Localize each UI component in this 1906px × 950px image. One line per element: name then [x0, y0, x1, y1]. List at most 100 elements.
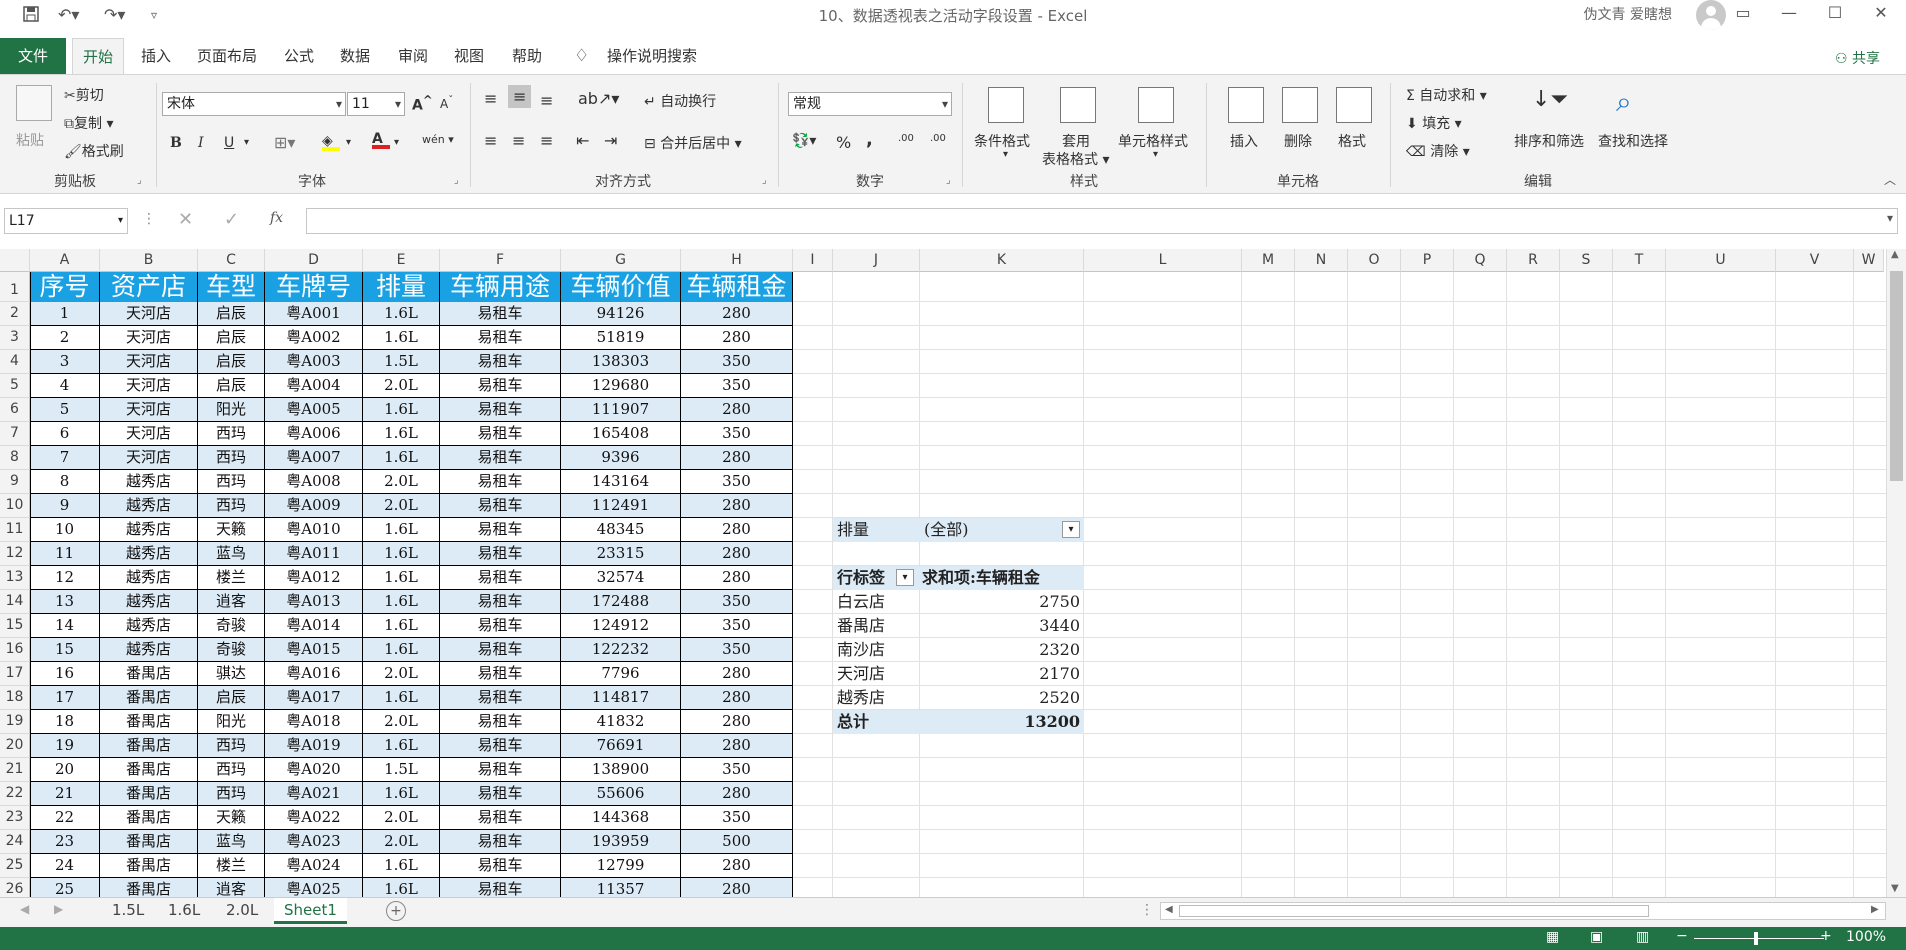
- table-cell[interactable]: 粤A008: [265, 470, 363, 494]
- maximize-icon[interactable]: ☐: [1812, 3, 1858, 22]
- column-header[interactable]: A: [30, 249, 100, 272]
- table-cell[interactable]: 500: [681, 830, 793, 854]
- table-cell[interactable]: 111907: [561, 398, 681, 422]
- pivot-row-label[interactable]: 番禺店: [837, 614, 920, 638]
- table-cell[interactable]: 天籁: [198, 806, 265, 830]
- table-cell[interactable]: 启辰: [198, 686, 265, 710]
- table-cell[interactable]: 2.0L: [363, 806, 440, 830]
- clear-button[interactable]: ⌫ 清除 ▾: [1406, 141, 1470, 161]
- sheet-tab-2-0l[interactable]: 2.0L: [216, 898, 268, 924]
- collapse-ribbon-icon[interactable]: ︿: [1884, 171, 1896, 188]
- row-header[interactable]: 24: [0, 830, 30, 854]
- row-header[interactable]: 7: [0, 422, 30, 446]
- table-cell[interactable]: 奇骏: [198, 614, 265, 638]
- table-cell[interactable]: 易租车: [440, 830, 561, 854]
- table-cell[interactable]: 1.6L: [363, 542, 440, 566]
- ribbon-display-icon[interactable]: ▭: [1720, 3, 1766, 22]
- table-cell[interactable]: 易租车: [440, 494, 561, 518]
- table-cell[interactable]: 280: [681, 734, 793, 758]
- table-cell[interactable]: 粤A006: [265, 422, 363, 446]
- table-cell[interactable]: 11357: [561, 878, 681, 897]
- h-scroll-thumb[interactable]: [1179, 905, 1649, 917]
- row-header[interactable]: 9: [0, 470, 30, 494]
- font-size-combo[interactable]: 11 ▾: [347, 92, 405, 116]
- row-header[interactable]: 1: [0, 272, 30, 302]
- column-header[interactable]: K: [920, 249, 1084, 272]
- select-all-corner[interactable]: [0, 249, 30, 272]
- table-cell[interactable]: 165408: [561, 422, 681, 446]
- table-cell[interactable]: 1.5L: [363, 758, 440, 782]
- horizontal-scrollbar[interactable]: ◀ ▶: [1160, 902, 1886, 920]
- column-header[interactable]: D: [265, 249, 363, 272]
- user-name[interactable]: 伪文青 爱瞎想: [1584, 4, 1672, 24]
- table-cell[interactable]: 粤A019: [265, 734, 363, 758]
- scroll-right-icon[interactable]: ▶: [1871, 904, 1879, 915]
- table-cell[interactable]: 12799: [561, 854, 681, 878]
- enter-icon[interactable]: ✓: [224, 209, 239, 230]
- table-cell[interactable]: 5: [30, 398, 100, 422]
- table-cell[interactable]: 粤A021: [265, 782, 363, 806]
- scroll-up-icon[interactable]: ▲: [1891, 249, 1899, 260]
- table-cell[interactable]: 280: [681, 542, 793, 566]
- table-cell[interactable]: 阳光: [198, 398, 265, 422]
- table-cell[interactable]: 粤A016: [265, 662, 363, 686]
- table-cell[interactable]: 番禺店: [100, 758, 198, 782]
- dialog-launcher-icon[interactable]: ⌟: [137, 175, 142, 186]
- cancel-icon[interactable]: ✕: [178, 209, 193, 230]
- table-cell[interactable]: 6: [30, 422, 100, 446]
- table-cell[interactable]: 易租车: [440, 542, 561, 566]
- column-header[interactable]: H: [681, 249, 793, 272]
- paste-icon[interactable]: [16, 85, 52, 121]
- table-cell[interactable]: 280: [681, 398, 793, 422]
- comma-button[interactable]: ,: [866, 129, 873, 150]
- row-header[interactable]: 2: [0, 302, 30, 326]
- table-cell[interactable]: 280: [681, 878, 793, 897]
- table-cell[interactable]: 18: [30, 710, 100, 734]
- table-cell[interactable]: 4: [30, 374, 100, 398]
- number-format-combo[interactable]: 常规 ▾: [788, 92, 952, 116]
- table-cell[interactable]: 51819: [561, 326, 681, 350]
- column-header[interactable]: U: [1666, 249, 1776, 272]
- zoom-slider-thumb[interactable]: [1754, 932, 1758, 945]
- sheet-tab-sheet1[interactable]: Sheet1: [274, 898, 347, 924]
- table-cell[interactable]: 15: [30, 638, 100, 662]
- table-cell[interactable]: 番禺店: [100, 710, 198, 734]
- table-cell[interactable]: 易租车: [440, 470, 561, 494]
- table-cell[interactable]: 越秀店: [100, 590, 198, 614]
- table-cell[interactable]: 1.6L: [363, 854, 440, 878]
- table-cell[interactable]: 天河店: [100, 374, 198, 398]
- table-cell[interactable]: 粤A017: [265, 686, 363, 710]
- worksheet-grid[interactable]: A B C D E F G H I J K L M N O P Q R S T U V W 1 2 3 4 5 6 7 8 9 10 11 12 13…: [0, 249, 1886, 897]
- table-cell[interactable]: 10: [30, 518, 100, 542]
- table-cell[interactable]: 1.6L: [363, 878, 440, 897]
- table-cell[interactable]: 易租车: [440, 350, 561, 374]
- table-cell[interactable]: 1.6L: [363, 638, 440, 662]
- filter-dropdown-icon[interactable]: ▾: [1062, 521, 1080, 538]
- column-header[interactable]: R: [1507, 249, 1560, 272]
- table-cell[interactable]: 越秀店: [100, 638, 198, 662]
- table-cell[interactable]: 西玛: [198, 494, 265, 518]
- table-cell[interactable]: 13: [30, 590, 100, 614]
- table-cell[interactable]: 2.0L: [363, 662, 440, 686]
- table-cell[interactable]: 350: [681, 350, 793, 374]
- chevron-down-icon[interactable]: ▾: [244, 137, 249, 148]
- font-color-button[interactable]: A: [372, 131, 390, 149]
- column-header[interactable]: L: [1084, 249, 1242, 272]
- vertical-scrollbar[interactable]: ▲ ▼: [1886, 249, 1906, 897]
- italic-button[interactable]: I: [198, 135, 204, 151]
- row-header[interactable]: 22: [0, 782, 30, 806]
- table-cell[interactable]: 280: [681, 446, 793, 470]
- table-cell[interactable]: 粤A007: [265, 446, 363, 470]
- column-header[interactable]: E: [363, 249, 440, 272]
- table-cell[interactable]: 114817: [561, 686, 681, 710]
- pivot-row-value[interactable]: 2170: [920, 662, 1080, 686]
- fill-button[interactable]: ⬇ 填充 ▾: [1406, 113, 1462, 133]
- table-cell[interactable]: 西玛: [198, 758, 265, 782]
- shrink-font-button[interactable]: Aˇ: [440, 95, 453, 111]
- format-as-table-button-line1[interactable]: 套用: [1062, 131, 1090, 151]
- table-cell[interactable]: 蓝鸟: [198, 830, 265, 854]
- table-cell[interactable]: 楼兰: [198, 854, 265, 878]
- zoom-out-icon[interactable]: −: [1676, 928, 1688, 944]
- table-cell[interactable]: 易租车: [440, 782, 561, 806]
- row-header[interactable]: 21: [0, 758, 30, 782]
